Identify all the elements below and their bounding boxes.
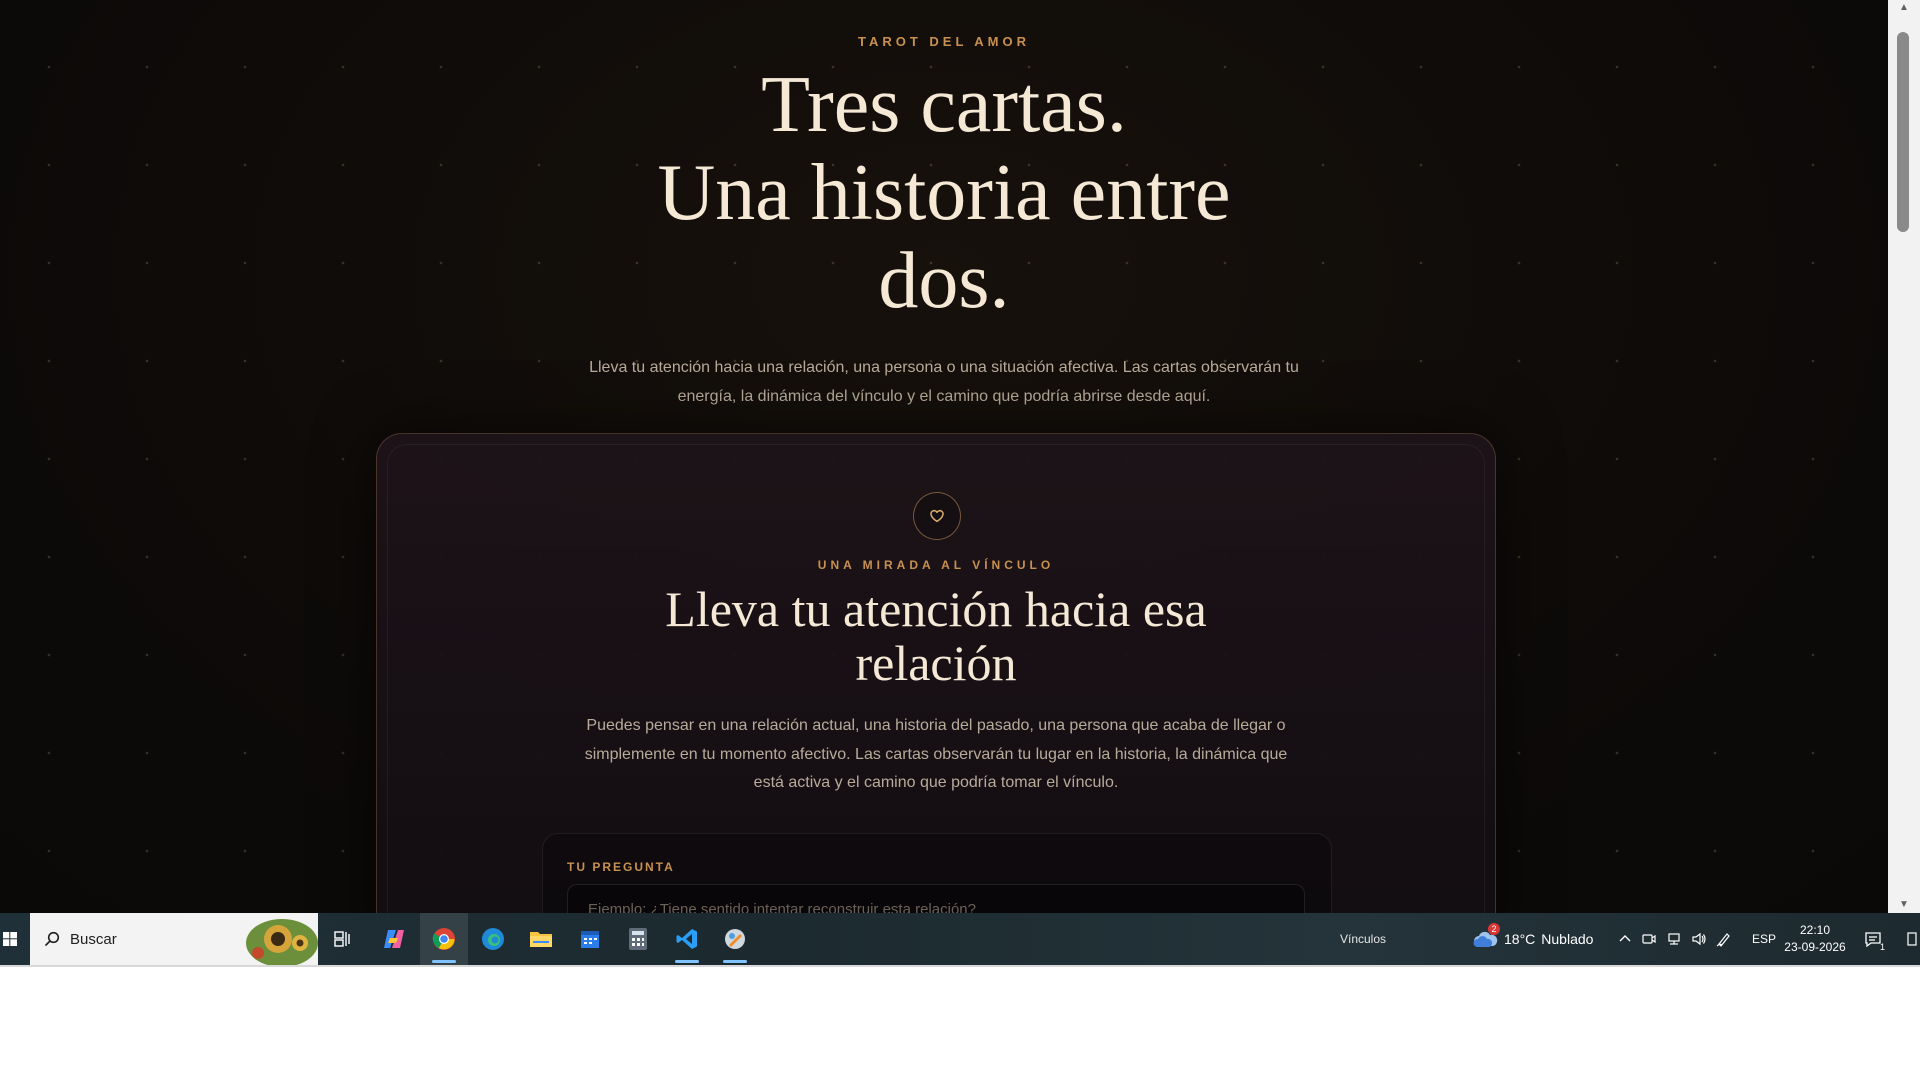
wrench-app-icon bbox=[725, 929, 745, 949]
calculator-icon bbox=[629, 928, 647, 950]
edge-button[interactable] bbox=[469, 913, 517, 965]
show-hidden-icons-chevron-icon[interactable] bbox=[1618, 932, 1632, 946]
heart-badge bbox=[913, 492, 961, 540]
copilot-button[interactable] bbox=[370, 913, 418, 965]
edge-icon bbox=[482, 928, 504, 950]
vscode-button[interactable] bbox=[663, 913, 711, 965]
clock-date: 23-09-2026 bbox=[1784, 940, 1846, 954]
start-button[interactable] bbox=[0, 913, 20, 965]
chrome-icon bbox=[432, 928, 455, 950]
vscode-icon bbox=[676, 929, 697, 949]
taskbar-shadow-strip bbox=[0, 965, 1920, 967]
chrome-button[interactable] bbox=[420, 913, 468, 965]
notification-count: 1 bbox=[1879, 942, 1885, 952]
search-highlight-art-icon bbox=[246, 919, 318, 965]
question-label: TU PREGUNTA bbox=[567, 860, 675, 874]
calculator-button[interactable] bbox=[614, 913, 662, 965]
meet-now-icon[interactable] bbox=[1641, 931, 1657, 947]
tools-app-button[interactable] bbox=[711, 913, 759, 965]
desktop-peek-icon bbox=[1907, 932, 1917, 946]
card-description: Puedes pensar en una relación actual, un… bbox=[584, 717, 1288, 791]
weather-condition: Nublado bbox=[1541, 931, 1594, 947]
hero-intro: Lleva tu atención hacia una relación, un… bbox=[589, 359, 1299, 405]
task-view-button[interactable] bbox=[319, 913, 367, 965]
taskbar-search-box[interactable]: Buscar bbox=[30, 913, 318, 965]
weather-alert-badge: 2 bbox=[1488, 923, 1500, 935]
volume-icon[interactable] bbox=[1691, 931, 1707, 947]
input-language-indicator[interactable]: ESP bbox=[1752, 913, 1776, 965]
search-box-label: Buscar bbox=[70, 930, 117, 948]
show-desktop-button[interactable] bbox=[1904, 913, 1920, 965]
hero-title-line2: Una historia entre dos. bbox=[657, 149, 1231, 325]
hero-eyebrow: TAROT DEL AMOR bbox=[857, 34, 1031, 49]
windows-logo-icon bbox=[3, 932, 17, 946]
file-explorer-button[interactable] bbox=[517, 913, 565, 965]
question-panel: TU PREGUNTA bbox=[542, 833, 1332, 913]
scrollbar-thumb[interactable] bbox=[1897, 32, 1909, 232]
card-title: Lleva tu atención hacia esa relación bbox=[665, 581, 1207, 691]
system-tray bbox=[1618, 913, 1732, 965]
calendar-icon bbox=[581, 931, 599, 948]
heart-icon bbox=[930, 509, 944, 523]
task-view-icon bbox=[334, 931, 350, 947]
hero-section: TAROT DEL AMOR Tres cartas. Una historia… bbox=[0, 0, 1888, 411]
weather-temp: 18°C bbox=[1504, 931, 1536, 947]
taskbar-links-label[interactable]: Vínculos bbox=[1340, 913, 1386, 965]
love-reading-card: UNA MIRADA AL VÍNCULO Lleva tu atención … bbox=[376, 433, 1496, 913]
windows-taskbar: Buscar Vínculos 2 18°C Nublado ESP 22:10… bbox=[0, 913, 1920, 965]
network-icon[interactable] bbox=[1666, 931, 1682, 947]
calendar-app-button[interactable] bbox=[566, 913, 614, 965]
search-icon bbox=[44, 931, 60, 947]
folder-icon bbox=[530, 932, 552, 947]
card-eyebrow: UNA MIRADA AL VÍNCULO bbox=[817, 558, 1055, 572]
notification-center-button[interactable]: 1 bbox=[1858, 913, 1888, 965]
question-input[interactable] bbox=[567, 884, 1305, 913]
taskbar-clock[interactable]: 22:10 23-09-2026 bbox=[1780, 913, 1850, 965]
scroll-down-arrow-icon[interactable]: ▼ bbox=[1888, 897, 1920, 913]
clock-time: 22:10 bbox=[1799, 923, 1831, 937]
page-scrollbar[interactable]: ▲ ▼ bbox=[1888, 0, 1920, 913]
pen-icon[interactable] bbox=[1716, 931, 1732, 947]
browser-viewport: TAROT DEL AMOR Tres cartas. Una historia… bbox=[0, 0, 1888, 913]
hero-title-line1: Tres cartas. bbox=[761, 61, 1127, 149]
weather-widget[interactable]: 2 18°C Nublado bbox=[1472, 913, 1593, 965]
hero-title: Tres cartas. Una historia entre dos. bbox=[584, 61, 1304, 325]
copilot-icon bbox=[384, 930, 404, 948]
scroll-up-arrow-icon[interactable]: ▲ bbox=[1888, 0, 1920, 16]
